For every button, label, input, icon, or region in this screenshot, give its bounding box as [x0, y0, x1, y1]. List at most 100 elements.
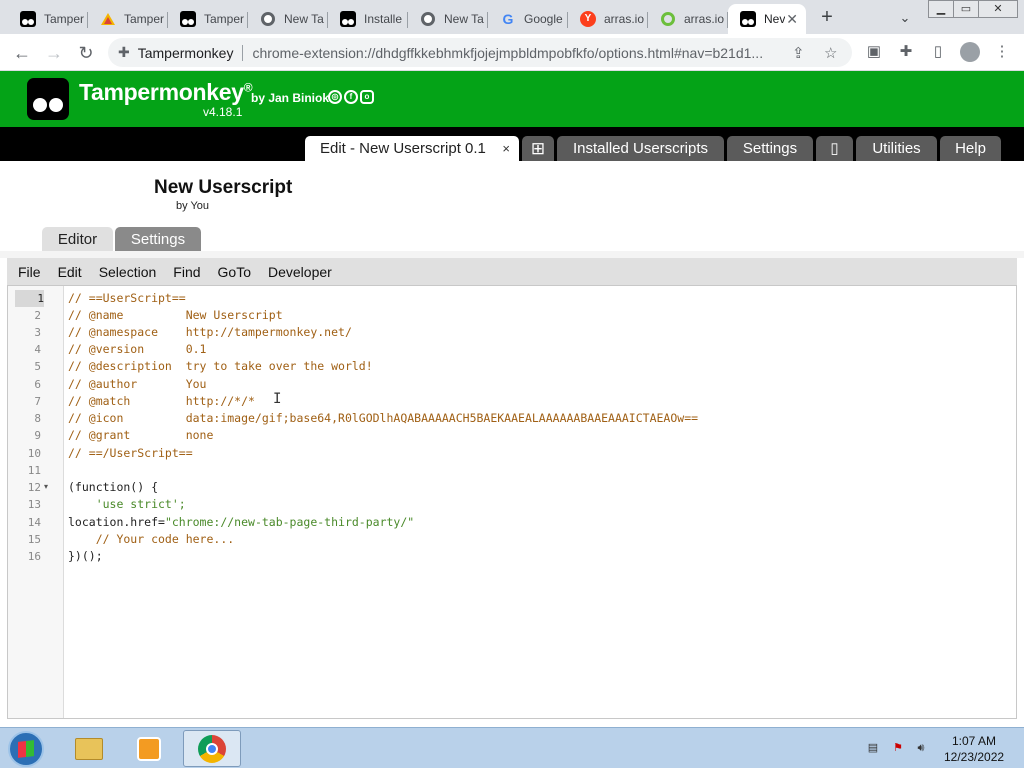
- line-number: 12: [27, 481, 41, 494]
- tampermonkey-header: Tampermonkey® by Jan Biniok ◎ f o v4.18.…: [0, 71, 1024, 127]
- line-number: 4: [34, 343, 41, 356]
- browser-tab[interactable]: New Ta: [408, 4, 488, 34]
- address-origin: Tampermonkey: [137, 44, 234, 61]
- code-editor[interactable]: 1 2 3 4 5 6 7 8 9 10 11 12 ▾ 13 14 15 16…: [7, 285, 1017, 719]
- menu-file[interactable]: File: [18, 264, 41, 280]
- chrome-icon: [420, 11, 436, 27]
- action-center-flag-icon[interactable]: ⚑: [891, 742, 905, 754]
- line-number: 16: [27, 550, 41, 563]
- tab-settings[interactable]: Settings: [727, 136, 813, 161]
- extensions-puzzle-icon[interactable]: ✚: [896, 42, 916, 62]
- code-line: 'use strict';: [68, 497, 186, 511]
- menu-edit[interactable]: Edit: [58, 264, 82, 280]
- browser-toolbar: ← → ↻ ✚ Tampermonkey chrome-extension://…: [0, 34, 1024, 71]
- media-player-icon: [137, 737, 161, 761]
- text-cursor-icon: Ι: [273, 391, 282, 407]
- facebook-icon[interactable]: f: [344, 90, 358, 104]
- taskbar-app-active[interactable]: [183, 730, 241, 767]
- tab-donate[interactable]: ▯: [816, 136, 853, 161]
- browser-tab-label: New Ta: [444, 12, 484, 26]
- bookmark-star-icon[interactable]: ☆: [824, 44, 837, 62]
- network-icon[interactable]: ▤: [866, 742, 880, 754]
- browser-tab-active[interactable]: Nev ✕: [728, 4, 806, 34]
- close-tab-icon[interactable]: ✕: [786, 11, 798, 28]
- browser-tab-label: arras.io: [684, 12, 725, 26]
- taskbar-app[interactable]: [121, 730, 179, 767]
- profile-avatar-icon[interactable]: [960, 42, 980, 62]
- app-byline: by Jan Biniok: [251, 91, 330, 105]
- new-tab-button[interactable]: +: [815, 5, 839, 29]
- browser-tab[interactable]: Installe: [328, 4, 408, 34]
- tampermonkey-icon: [740, 11, 756, 27]
- google-icon: G: [502, 11, 514, 27]
- browser-tab[interactable]: Tamper: [8, 4, 88, 34]
- line-number: 2: [34, 309, 41, 322]
- tab-utilities[interactable]: Utilities: [856, 136, 937, 161]
- browser-tab-label: Google: [524, 12, 563, 26]
- browser-tab-label: Nev: [764, 12, 786, 26]
- subtab-settings[interactable]: Settings: [115, 227, 201, 253]
- tampermonkey-tabbar: Edit - New Userscript 0.1 × ⊞ Installed …: [0, 127, 1024, 161]
- line-number: 3: [34, 326, 41, 339]
- menu-selection[interactable]: Selection: [99, 264, 157, 280]
- share-icon[interactable]: ⇪: [792, 44, 805, 62]
- subtab-editor[interactable]: Editor: [42, 227, 113, 253]
- browser-tab-label: New Ta: [284, 12, 324, 26]
- tab-installed-userscripts[interactable]: Installed Userscripts: [557, 136, 724, 161]
- menu-developer[interactable]: Developer: [268, 264, 332, 280]
- forward-icon[interactable]: →: [41, 40, 67, 66]
- back-icon[interactable]: ←: [9, 40, 35, 66]
- tampermonkey-icon: [180, 11, 196, 27]
- line-number: 7: [34, 395, 41, 408]
- close-icon[interactable]: ×: [502, 136, 510, 161]
- app-title: Tampermonkey®: [79, 79, 253, 106]
- reload-icon[interactable]: ↻: [73, 40, 99, 66]
- tab-edit-script[interactable]: Edit - New Userscript 0.1 ×: [305, 136, 519, 161]
- tab-add-script[interactable]: ⊞: [522, 136, 554, 161]
- browser-tab[interactable]: Y arras.io: [568, 4, 648, 34]
- browser-tab[interactable]: G Google: [488, 4, 568, 34]
- browser-tab[interactable]: Tamper: [168, 4, 248, 34]
- fold-arrow-icon[interactable]: ▾: [44, 482, 48, 491]
- instagram-icon[interactable]: o: [360, 90, 374, 104]
- code-line: // @description try to take over the wor…: [68, 359, 373, 373]
- extension-tampermonkey-icon[interactable]: ▣: [864, 42, 884, 62]
- browser-tab-label: Tamper: [124, 12, 165, 26]
- chrome-icon: [198, 735, 226, 763]
- browser-tab[interactable]: New Ta: [248, 4, 328, 34]
- tampermonkey-logo-icon: [27, 78, 69, 120]
- windows-start-icon[interactable]: [8, 731, 44, 767]
- system-clock[interactable]: 1:07 AM 12/23/2022: [944, 733, 1004, 765]
- volume-icon[interactable]: 🔊︎: [914, 742, 928, 754]
- minimize-button[interactable]: ▁: [928, 0, 954, 18]
- close-window-button[interactable]: ✕: [978, 0, 1018, 18]
- code-line: // ==UserScript==: [68, 291, 186, 305]
- line-number: 14: [27, 516, 41, 529]
- tab-edit-script-label: Edit - New Userscript 0.1: [320, 140, 486, 157]
- side-panel-icon[interactable]: ▯: [928, 42, 948, 62]
- code-line: // @name New Userscript: [68, 308, 283, 322]
- yandex-icon: Y: [580, 11, 596, 27]
- browser-tab[interactable]: Tamper: [88, 4, 168, 34]
- browser-tab[interactable]: arras.io: [648, 4, 728, 34]
- menu-find[interactable]: Find: [173, 264, 200, 280]
- address-bar[interactable]: ✚ Tampermonkey chrome-extension://dhdgff…: [108, 38, 852, 67]
- code-line: // @author You: [68, 377, 207, 391]
- browser-tab-label: arras.io: [604, 12, 645, 26]
- clock-time: 1:07 AM: [951, 734, 997, 748]
- address-url[interactable]: chrome-extension://dhdgffkkebhmkfjojejmp…: [252, 45, 782, 61]
- script-header: New Userscript by You Editor Settings: [0, 161, 1024, 253]
- tab-help[interactable]: Help: [940, 136, 1001, 161]
- line-number: 11: [27, 464, 41, 477]
- subtab-divider: [0, 251, 1024, 258]
- menu-goto[interactable]: GoTo: [218, 264, 251, 280]
- github-icon[interactable]: ◎: [328, 90, 342, 104]
- tab-search-button[interactable]: ⌄: [893, 6, 917, 30]
- code-line: location.href="chrome://new-tab-page-thi…: [68, 515, 415, 529]
- code-line: })();: [68, 549, 103, 563]
- taskbar-app[interactable]: [60, 730, 118, 767]
- maximize-button[interactable]: ▭: [953, 0, 979, 18]
- app-version: v4.18.1: [203, 105, 243, 119]
- code-line: // Your code here...: [68, 532, 235, 546]
- chrome-menu-icon[interactable]: ⋮: [992, 42, 1012, 62]
